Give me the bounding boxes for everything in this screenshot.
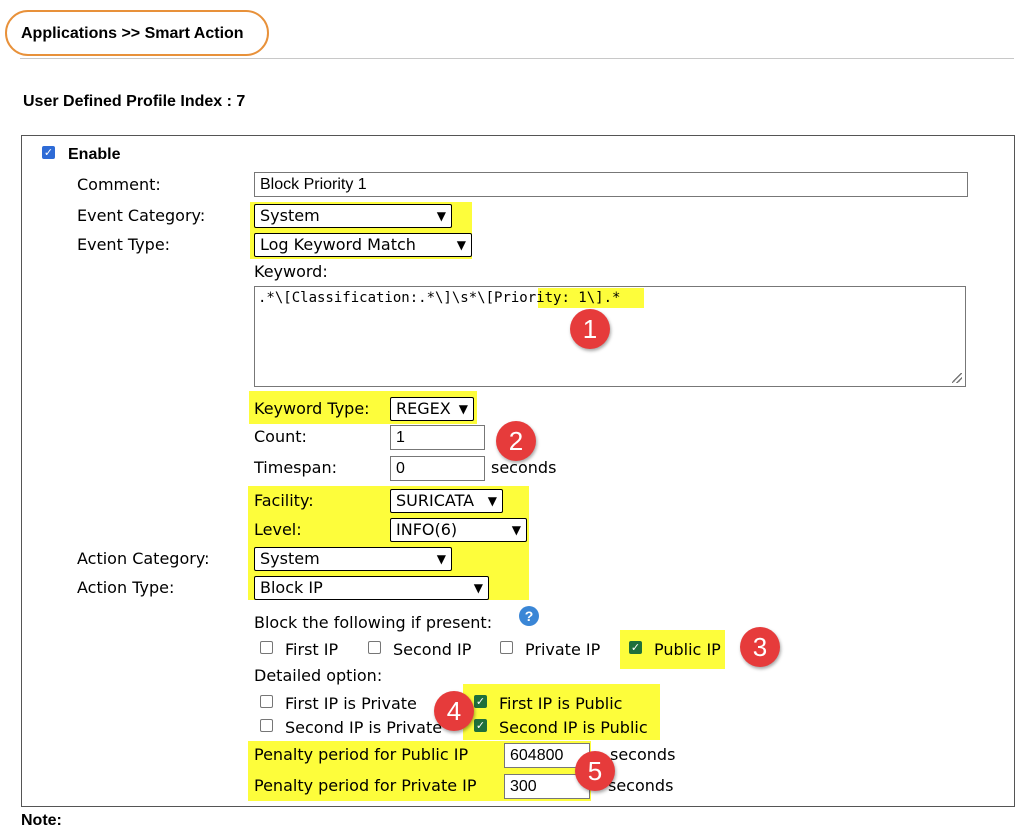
first-ip-checkbox[interactable]	[260, 641, 273, 654]
annotation-badge-1: 1	[570, 309, 610, 349]
second-ip-private-checkbox[interactable]	[260, 719, 273, 732]
first-ip-public-checkbox[interactable]: ✓	[474, 695, 487, 708]
annotation-badge-3: 3	[740, 627, 780, 667]
private-ip-checkbox[interactable]	[500, 641, 513, 654]
facility-label: Facility:	[254, 491, 314, 510]
chevron-down-icon: ▼	[458, 402, 468, 416]
chevron-down-icon: ▼	[436, 552, 446, 566]
second-ip-public-checkbox[interactable]: ✓	[474, 719, 487, 732]
breadcrumb: Applications >> Smart Action	[21, 25, 244, 42]
first-ip-private-label: First IP is Private	[285, 694, 417, 713]
action-type-select[interactable]: Block IP ▼	[254, 576, 489, 600]
second-ip-private-label: Second IP is Private	[285, 718, 443, 737]
event-type-label: Event Type:	[77, 235, 171, 254]
penalty-public-unit: seconds	[610, 745, 676, 764]
level-value: INFO(6)	[396, 520, 458, 539]
penalty-private-label: Penalty period for Private IP	[254, 776, 477, 795]
second-ip-checkbox[interactable]	[368, 641, 381, 654]
chevron-down-icon: ▼	[436, 209, 446, 223]
public-ip-checkbox[interactable]: ✓	[629, 641, 642, 654]
level-label: Level:	[254, 520, 302, 539]
action-type-label: Action Type:	[77, 578, 175, 597]
event-type-select[interactable]: Log Keyword Match ▼	[254, 233, 472, 257]
resize-handle-icon[interactable]	[952, 373, 962, 383]
action-type-value: Block IP	[260, 578, 323, 597]
note-label: Note:	[21, 812, 62, 829]
count-value: 1	[396, 429, 405, 446]
comment-value: Block Priority 1	[260, 176, 367, 193]
event-category-select[interactable]: System ▼	[254, 204, 452, 228]
chevron-down-icon: ▼	[487, 494, 497, 508]
keyword-text-highlight: Priority: 1	[494, 290, 587, 306]
action-category-value: System	[260, 549, 320, 568]
facility-value: SURICATA	[396, 491, 475, 510]
penalty-public-label: Penalty period for Public IP	[254, 745, 469, 764]
penalty-private-unit: seconds	[608, 776, 674, 795]
annotation-badge-4: 4	[434, 691, 474, 731]
event-category-value: System	[260, 206, 320, 225]
timespan-field[interactable]: 0	[390, 456, 485, 481]
second-ip-label: Second IP	[393, 640, 472, 659]
chevron-down-icon: ▼	[473, 581, 483, 595]
header-divider	[20, 58, 1014, 59]
keyword-text-suffix: \].*	[586, 290, 621, 306]
public-ip-label: Public IP	[654, 640, 721, 659]
block-options-label: Block the following if present:	[254, 613, 493, 632]
comment-field[interactable]: Block Priority 1	[254, 172, 968, 197]
keyword-type-value: REGEX	[396, 399, 451, 418]
first-ip-private-checkbox[interactable]	[260, 695, 273, 708]
timespan-label: Timespan:	[254, 458, 337, 477]
annotation-badge-2: 2	[496, 421, 536, 461]
timespan-unit: seconds	[491, 458, 557, 477]
first-ip-public-label: First IP is Public	[499, 694, 623, 713]
count-label: Count:	[254, 427, 307, 446]
keyword-type-select[interactable]: REGEX ▼	[390, 397, 474, 421]
event-type-value: Log Keyword Match	[260, 235, 416, 254]
count-field[interactable]: 1	[390, 425, 485, 450]
keyword-label: Keyword:	[254, 262, 328, 281]
second-ip-public-label: Second IP is Public	[499, 718, 648, 737]
first-ip-label: First IP	[285, 640, 339, 659]
facility-select[interactable]: SURICATA ▼	[390, 489, 503, 513]
penalty-private-value: 300	[510, 778, 537, 795]
chevron-down-icon: ▼	[511, 523, 521, 537]
profile-index-title: User Defined Profile Index : 7	[23, 93, 246, 110]
annotation-badge-5: 5	[575, 751, 615, 791]
action-category-label: Action Category:	[77, 549, 210, 568]
keyword-type-label: Keyword Type:	[254, 399, 370, 418]
keyword-text: .*\[Classification:.*\]\s*\[Priority: 1\…	[258, 288, 620, 308]
comment-label: Comment:	[77, 175, 161, 194]
question-mark-circle-icon[interactable]: ?	[519, 606, 539, 626]
penalty-public-value: 604800	[510, 747, 564, 764]
action-category-select[interactable]: System ▼	[254, 547, 452, 571]
keyword-text-prefix: .*\[Classification:.*\]\s*\[	[258, 290, 495, 306]
private-ip-label: Private IP	[525, 640, 601, 659]
level-select[interactable]: INFO(6) ▼	[390, 518, 527, 542]
enable-label: Enable	[68, 146, 121, 163]
chevron-down-icon: ▼	[456, 238, 466, 252]
enable-checkbox[interactable]: ✓	[42, 146, 55, 159]
event-category-label: Event Category:	[77, 206, 206, 225]
detailed-option-label: Detailed option:	[254, 666, 383, 685]
timespan-value: 0	[396, 460, 405, 477]
